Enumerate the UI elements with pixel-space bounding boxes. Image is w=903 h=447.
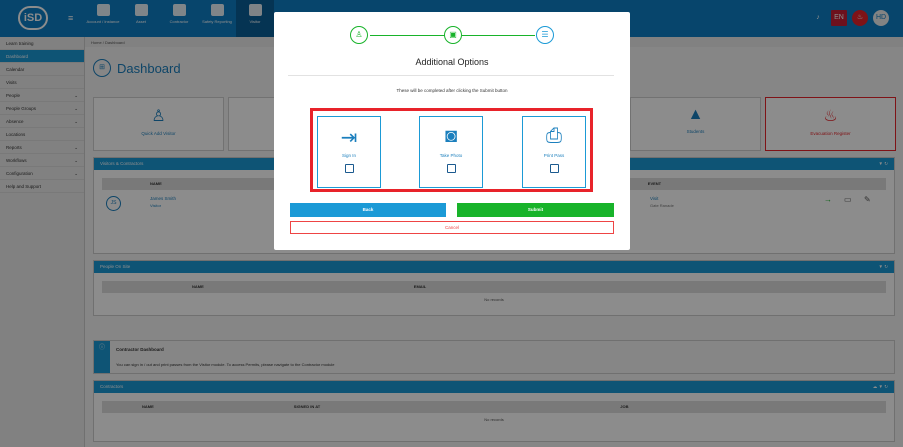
modal-note: These will be completed after clicking t… [396,88,508,93]
camera-icon: ◙ [444,125,458,147]
print-pass-checkbox[interactable] [549,164,559,173]
person-icon: ♙ [350,26,368,44]
option-take-photo[interactable]: ◙ Take Photo [419,116,483,188]
step-indicator: ♙ ▣ ☰ [350,26,554,46]
option-print-pass[interactable]: ⎙ Print Pass [522,116,586,188]
sign-in-checkbox[interactable] [344,164,354,173]
back-button[interactable]: Back [290,203,446,217]
badge-icon: ▣ [444,26,462,44]
additional-options-modal: ♙ ▣ ☰ Additional Options These will be c… [274,12,630,250]
cancel-button[interactable]: Cancel [290,221,614,234]
submit-button[interactable]: Submit [457,203,614,217]
printer-icon: ⎙ [546,125,562,147]
option-sign-in[interactable]: ⇥ Sign In [317,116,381,188]
list-icon: ☰ [536,26,554,44]
modal-title: Additional Options [415,57,489,67]
sign-in-icon: ⇥ [340,127,358,149]
take-photo-checkbox[interactable] [446,164,456,173]
